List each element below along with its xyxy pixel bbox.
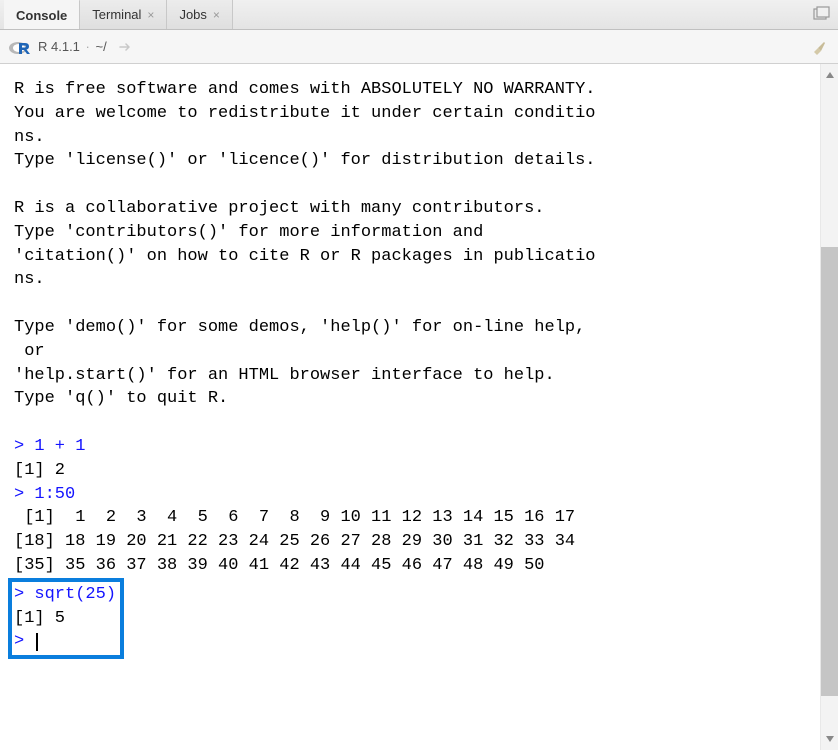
tab-console[interactable]: Console	[4, 0, 80, 29]
console-text: 'citation()' on how to cite R or R packa…	[14, 247, 596, 266]
scroll-track[interactable]	[821, 86, 838, 728]
console-text: ns.	[14, 128, 45, 147]
console-result: [1] 5	[14, 609, 65, 628]
console-text: Type 'demo()' for some demos, 'help()' f…	[14, 318, 585, 337]
console-text: ns.	[14, 270, 45, 289]
tab-terminal-label: Terminal	[92, 7, 141, 22]
prompt: >	[14, 485, 34, 504]
scroll-up-button[interactable]	[821, 64, 838, 86]
console-text: Type 'license()' or 'licence()' for dist…	[14, 151, 596, 170]
scroll-down-button[interactable]	[821, 728, 838, 750]
tab-bar: Console Terminal × Jobs ×	[0, 0, 838, 30]
highlighted-region: > sqrt(25) [1] 5 >	[8, 578, 124, 659]
prompt: >	[14, 585, 34, 604]
console-wrapper: R is free software and comes with ABSOLU…	[0, 64, 838, 750]
console-result: [35] 35 36 37 38 39 40 41 42 43 44 45 46…	[14, 556, 545, 575]
console-text: Type 'contributors()' for more informati…	[14, 223, 483, 242]
clear-console-icon[interactable]	[810, 38, 828, 59]
working-directory[interactable]: ~/	[96, 39, 107, 54]
console-text: 'help.start()' for an HTML browser inter…	[14, 366, 555, 385]
close-icon[interactable]: ×	[147, 9, 154, 21]
close-icon[interactable]: ×	[213, 9, 220, 21]
console-result: [1] 1 2 3 4 5 6 7 8 9 10 11 12 13 14 15 …	[14, 508, 575, 527]
prompt: >	[14, 437, 34, 456]
path-separator: ·	[86, 39, 94, 54]
console-toolbar: R 4.1.1 · ~/	[0, 30, 838, 64]
console-text: You are welcome to redistribute it under…	[14, 104, 596, 123]
scroll-thumb[interactable]	[821, 247, 838, 696]
console-text: R is free software and comes with ABSOLU…	[14, 80, 596, 99]
console-text: or	[14, 342, 45, 361]
console-output-area[interactable]: R is free software and comes with ABSOLU…	[0, 64, 820, 750]
console-result: [18] 18 19 20 21 22 23 24 25 26 27 28 29…	[14, 532, 575, 551]
r-version-text: R 4.1.1	[38, 39, 80, 54]
maximize-pane-button[interactable]	[812, 6, 830, 22]
r-logo-icon[interactable]	[8, 38, 30, 56]
console-input: sqrt(25)	[34, 585, 116, 604]
vertical-scrollbar[interactable]	[820, 64, 838, 750]
share-icon[interactable]	[119, 40, 135, 54]
r-version-label: R 4.1.1 · ~/	[38, 39, 107, 54]
tab-console-label: Console	[16, 8, 67, 23]
console-text: Type 'q()' to quit R.	[14, 389, 228, 408]
text-cursor	[36, 633, 38, 651]
console-result: [1] 2	[14, 461, 65, 480]
tab-jobs[interactable]: Jobs ×	[167, 0, 232, 29]
prompt: >	[14, 632, 34, 651]
console-input: 1 + 1	[34, 437, 85, 456]
tab-terminal[interactable]: Terminal ×	[80, 0, 167, 29]
console-text: R is a collaborative project with many c…	[14, 199, 545, 218]
tab-jobs-label: Jobs	[179, 7, 206, 22]
console-input: 1:50	[34, 485, 75, 504]
